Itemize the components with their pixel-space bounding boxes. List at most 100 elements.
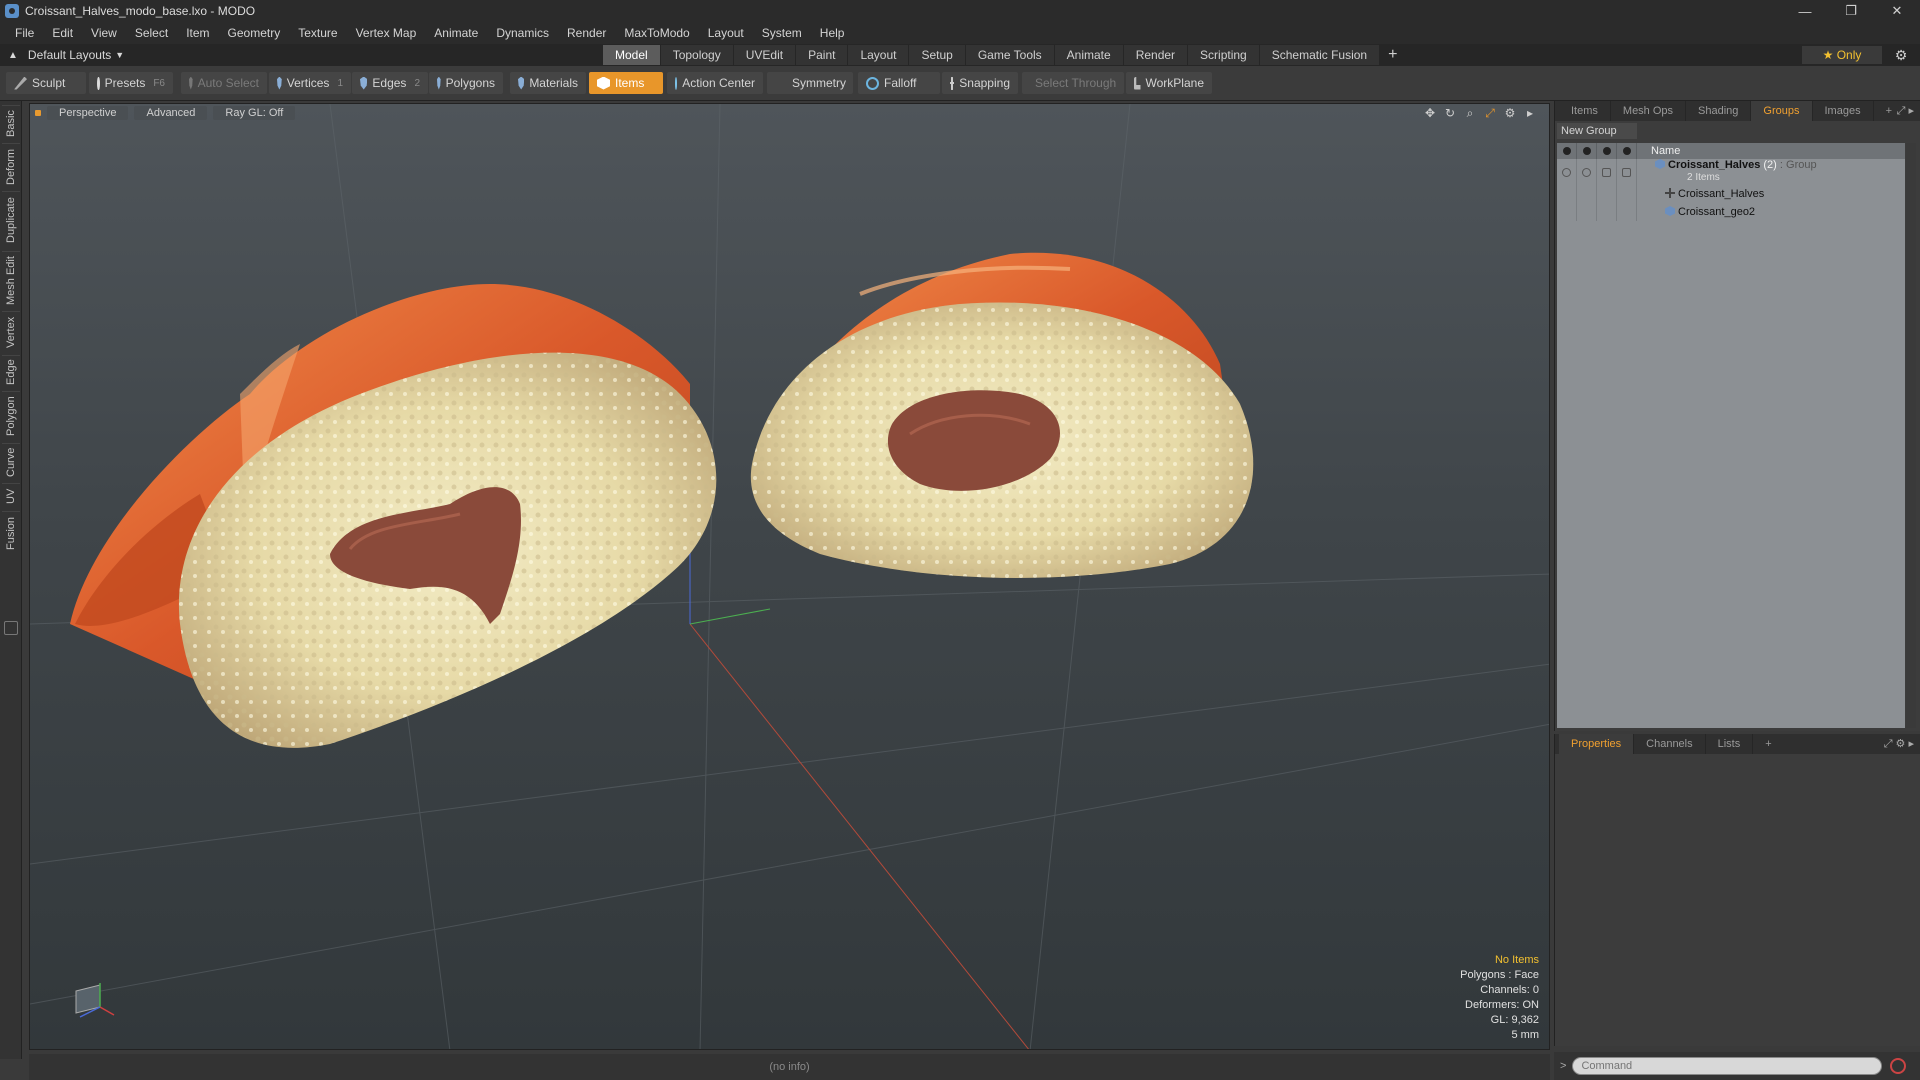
group-eye-toggle[interactable] — [1557, 159, 1577, 185]
tab-render[interactable]: Render — [1123, 45, 1189, 65]
auto-select-button[interactable]: Auto Select — [181, 72, 267, 94]
tab-properties[interactable]: Properties — [1559, 734, 1635, 754]
tab-fusion[interactable]: Fusion — [2, 511, 20, 555]
menu-system[interactable]: System — [753, 22, 811, 44]
props-panel-options-icon[interactable]: ⤢ ⚙ ▸ — [1884, 737, 1914, 751]
menu-edit[interactable]: Edit — [43, 22, 82, 44]
tab-shading[interactable]: Shading — [1686, 101, 1752, 121]
default-layouts-dropdown[interactable]: ▲ Default Layouts ▼ — [0, 44, 180, 66]
menu-dynamics[interactable]: Dynamics — [487, 22, 558, 44]
maximize-button[interactable]: ❐ — [1828, 0, 1874, 22]
action-center-button[interactable]: Action Center — [667, 72, 763, 94]
tab-lists[interactable]: Lists — [1706, 734, 1754, 754]
expand-panel-icon[interactable]: ⤢ ▸ — [1897, 104, 1914, 118]
gear-icon[interactable]: ⚙ — [1892, 46, 1910, 64]
menu-item[interactable]: Item — [177, 22, 218, 44]
add-tab-button[interactable]: + — [1380, 45, 1407, 65]
tab-mesh-ops[interactable]: Mesh Ops — [1611, 101, 1687, 121]
more-arrow-icon[interactable]: ▸ — [1523, 106, 1537, 120]
menu-maxtomodo[interactable]: MaxToModo — [615, 22, 698, 44]
tab-model[interactable]: Model — [603, 45, 661, 65]
command-input[interactable] — [1572, 1057, 1883, 1075]
viewport-settings-icon[interactable]: ⚙ — [1503, 106, 1517, 120]
visibility-column-icon[interactable] — [1557, 143, 1577, 159]
viewport-menu-icon[interactable] — [35, 110, 41, 116]
tab-deform[interactable]: Deform — [2, 143, 20, 189]
tab-uv[interactable]: UV — [2, 483, 20, 509]
menu-file[interactable]: File — [6, 22, 43, 44]
tab-topology[interactable]: Topology — [660, 45, 734, 65]
name-column-header[interactable]: Name — [1637, 145, 1680, 157]
close-button[interactable]: ✕ — [1874, 0, 1920, 22]
tab-duplicate[interactable]: Duplicate — [2, 191, 20, 249]
groups-scrollbar[interactable] — [1906, 143, 1916, 728]
rotate-icon[interactable]: ↻ — [1443, 106, 1457, 120]
advanced-button[interactable]: Advanced — [134, 106, 208, 120]
list-item[interactable]: Croissant_Halves — [1557, 185, 1905, 203]
select-column-icon[interactable] — [1617, 143, 1637, 159]
group-select-toggle[interactable] — [1617, 159, 1637, 185]
falloff-button[interactable]: Falloff — [858, 72, 940, 94]
edges-button[interactable]: Edges 2 — [352, 72, 428, 94]
group-row[interactable]: Croissant_Halves (2) : Group 2 Items — [1557, 159, 1905, 185]
tab-game-tools[interactable]: Game Tools — [965, 45, 1055, 65]
symmetry-button[interactable]: Symmetry — [767, 72, 853, 94]
tab-mesh-edit[interactable]: Mesh Edit — [2, 251, 20, 309]
raygl-button[interactable]: Ray GL: Off — [213, 106, 296, 120]
tab-layout[interactable]: Layout — [848, 45, 910, 65]
tab-groups[interactable]: Groups — [1751, 101, 1813, 121]
3d-viewport[interactable]: Perspective Advanced Ray GL: Off ✥ ↻ ⌕ ⤢… — [29, 103, 1550, 1050]
tab-vertex[interactable]: Vertex — [2, 311, 20, 353]
lock-column-icon[interactable] — [1597, 143, 1617, 159]
toggle-panel-icon[interactable] — [4, 621, 18, 635]
croissant-half-left[interactable] — [70, 284, 717, 748]
group-render-toggle[interactable] — [1577, 159, 1597, 185]
menu-help[interactable]: Help — [811, 22, 854, 44]
items-button[interactable]: Items — [589, 72, 663, 94]
presets-button[interactable]: Presets F6 — [89, 72, 173, 94]
group-lock-toggle[interactable] — [1597, 159, 1617, 185]
menu-vertex-map[interactable]: Vertex Map — [347, 22, 426, 44]
tab-curve[interactable]: Curve — [2, 443, 20, 481]
sculpt-button[interactable]: Sculpt — [6, 72, 86, 94]
vertices-button[interactable]: Vertices 1 — [269, 72, 351, 94]
menu-select[interactable]: Select — [126, 22, 177, 44]
record-macro-icon[interactable] — [1890, 1058, 1907, 1074]
tab-scripting[interactable]: Scripting — [1188, 45, 1260, 65]
snapping-button[interactable]: Snapping — [942, 72, 1018, 94]
tab-animate[interactable]: Animate — [1054, 45, 1124, 65]
polygons-button[interactable]: Polygons — [429, 72, 503, 94]
chevron-down-icon: ▼ — [115, 50, 125, 60]
command-history-icon[interactable]: > — [1560, 1060, 1566, 1072]
tab-items[interactable]: Items — [1559, 101, 1611, 121]
add-props-tab-button[interactable]: + — [1753, 734, 1783, 754]
menu-geometry[interactable]: Geometry — [219, 22, 290, 44]
menu-render[interactable]: Render — [558, 22, 615, 44]
workplane-button[interactable]: WorkPlane — [1126, 72, 1212, 94]
menu-view[interactable]: View — [82, 22, 126, 44]
maximize-viewport-icon[interactable]: ⤢ — [1483, 106, 1497, 120]
zoom-icon[interactable]: ⌕ — [1463, 106, 1477, 120]
menu-animate[interactable]: Animate — [425, 22, 487, 44]
croissant-half-right[interactable] — [750, 252, 1254, 578]
materials-button[interactable]: Materials — [510, 72, 586, 94]
list-item[interactable]: Croissant_geo2 — [1557, 203, 1905, 221]
new-group-button[interactable]: New Group — [1557, 123, 1637, 139]
tab-schematic-fusion[interactable]: Schematic Fusion — [1259, 45, 1381, 65]
menu-layout[interactable]: Layout — [699, 22, 753, 44]
render-column-icon[interactable] — [1577, 143, 1597, 159]
tab-channels[interactable]: Channels — [1634, 734, 1706, 754]
tab-setup[interactable]: Setup — [909, 45, 966, 65]
tab-paint[interactable]: Paint — [796, 45, 849, 65]
pan-icon[interactable]: ✥ — [1423, 106, 1437, 120]
only-toggle[interactable]: ★ Only — [1802, 46, 1882, 64]
menu-texture[interactable]: Texture — [289, 22, 346, 44]
tab-edge[interactable]: Edge — [2, 355, 20, 389]
minimize-button[interactable]: — — [1782, 0, 1828, 22]
tab-basic[interactable]: Basic — [2, 105, 20, 141]
perspective-button[interactable]: Perspective — [47, 106, 129, 120]
tab-images[interactable]: Images — [1813, 101, 1874, 121]
select-through-button[interactable]: Select Through — [1022, 72, 1124, 94]
tab-polygon[interactable]: Polygon — [2, 391, 20, 441]
tab-uvedit[interactable]: UVEdit — [733, 45, 797, 65]
